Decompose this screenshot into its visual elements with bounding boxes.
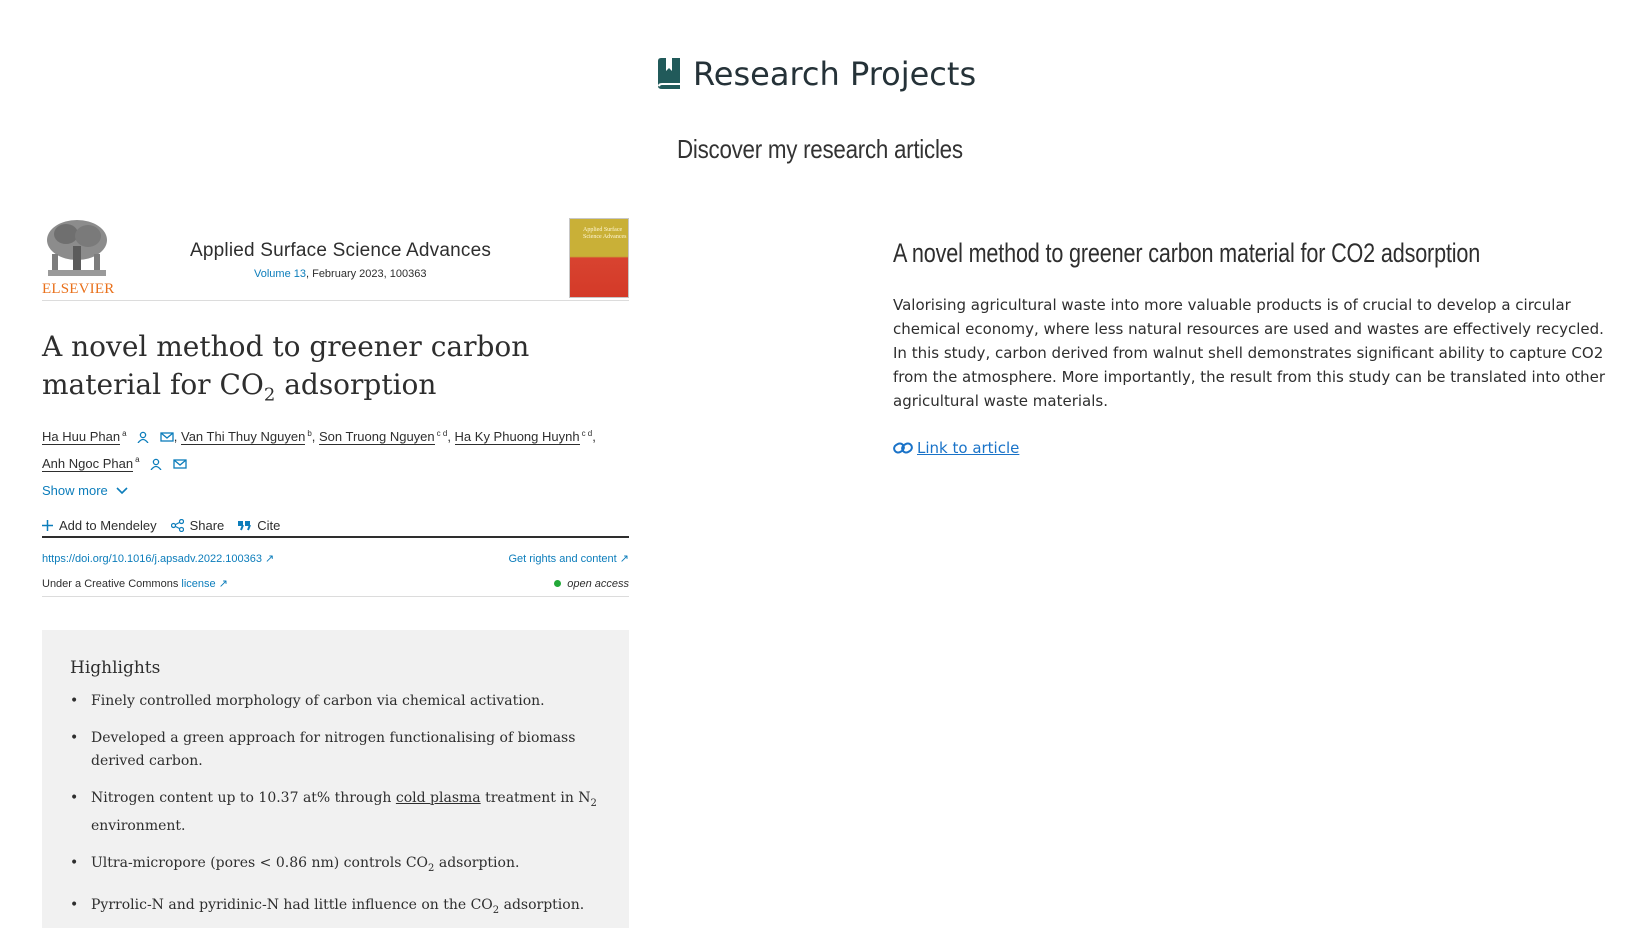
project-summary: Valorising agricultural waste into more …: [893, 296, 1606, 410]
add-to-mendeley-button[interactable]: Add to Mendeley: [42, 518, 157, 533]
highlights-list: Finely controlled morphology of carbon v…: [70, 690, 601, 921]
author-name[interactable]: Son Truong Nguyen: [319, 429, 435, 446]
divider: [42, 300, 629, 301]
author-name[interactable]: Ha Ky Phuong Huynh: [454, 429, 580, 446]
doi-row: https://doi.org/10.1016/j.apsadv.2022.10…: [42, 552, 629, 565]
cite-button[interactable]: Cite: [238, 518, 280, 533]
list-item: Developed a green approach for nitrogen …: [70, 727, 601, 773]
divider-dark: [42, 536, 629, 538]
person-icon[interactable]: [136, 431, 150, 444]
plus-icon: [42, 520, 53, 531]
journal-name[interactable]: Applied Surface Science Advances: [190, 240, 510, 262]
license-row: Under a Creative Commons license ↗ open …: [42, 577, 629, 591]
author-item[interactable]: Anh Ngoc Phan a: [42, 455, 187, 472]
page-title-text: Research Projects: [693, 55, 977, 93]
journal-volume: Volume 13, February 2023, 100363: [254, 268, 494, 280]
share-icon: [170, 519, 184, 532]
elsevier-tree-icon: [44, 218, 110, 280]
author-item[interactable]: Ha Huu Phan a ,: [42, 429, 181, 446]
book-icon: [658, 58, 680, 89]
author-item[interactable]: Ha Ky Phuong Huynh c d,: [454, 429, 596, 446]
author-name[interactable]: Anh Ngoc Phan: [42, 455, 134, 472]
link-icon: [893, 442, 913, 454]
author-name[interactable]: Van Thi Thuy Nguyen: [181, 429, 306, 446]
highlights-title: Highlights: [70, 658, 161, 678]
elsevier-logo: ELSEVIER: [42, 218, 114, 300]
show-more-label: Show more: [42, 483, 108, 498]
show-more-button[interactable]: Show more: [42, 483, 128, 498]
license-link[interactable]: license ↗: [181, 578, 228, 590]
cover-title: Applied Surface Science Advances: [583, 227, 627, 240]
volume-link[interactable]: Volume 13: [254, 268, 306, 280]
page-subtitle: Discover my research articles: [677, 134, 963, 164]
journal-header: ELSEVIER Applied Surface Science Advance…: [42, 218, 629, 300]
project-title: A novel method to greener carbon materia…: [893, 238, 1481, 268]
list-item: Pyrrolic-N and pyridinic-N had little in…: [70, 894, 601, 922]
elsevier-wordmark: ELSEVIER: [42, 281, 115, 297]
mail-icon[interactable]: [160, 431, 174, 443]
article-preview-card[interactable]: ELSEVIER Applied Surface Science Advance…: [42, 218, 629, 928]
article-actions: Add to Mendeley Share Cite: [42, 518, 280, 533]
author-name[interactable]: Ha Huu Phan: [42, 429, 121, 446]
author-item[interactable]: Son Truong Nguyen c d,: [319, 429, 455, 446]
list-item: Nitrogen content up to 10.37 at% through…: [70, 787, 601, 838]
cold-plasma-link[interactable]: cold plasma: [396, 790, 481, 806]
divider: [42, 596, 629, 597]
highlights-box: Highlights Finely controlled morphology …: [42, 630, 629, 928]
chevron-down-icon: [116, 486, 128, 494]
journal-cover-thumbnail[interactable]: Applied Surface Science Advances: [569, 218, 629, 298]
status-dot-icon: [554, 580, 562, 587]
doi-link[interactable]: https://doi.org/10.1016/j.apsadv.2022.10…: [42, 552, 274, 565]
page-title: Research Projects: [655, 50, 976, 98]
person-icon[interactable]: [149, 458, 163, 470]
project-description: A novel method to greener carbon materia…: [893, 238, 1613, 459]
open-access-badge: open access: [554, 577, 629, 590]
article-title: A novel method to greener carbon materia…: [42, 330, 530, 406]
author-list: Ha Huu Phan a , Van Thi Thuy Nguyen b, Son…: [42, 422, 629, 475]
mail-icon[interactable]: [173, 458, 187, 470]
license-text: Under a Creative Commons license ↗: [42, 578, 228, 590]
list-item: Ultra-micropore (pores < 0.86 nm) contro…: [70, 852, 601, 880]
get-rights-link[interactable]: Get rights and content ↗: [508, 552, 629, 565]
link-to-article-label: Link to article: [917, 439, 1020, 457]
author-item[interactable]: Van Thi Thuy Nguyen b,: [181, 429, 319, 446]
link-to-article[interactable]: Link to article: [893, 439, 1019, 457]
share-button[interactable]: Share: [170, 518, 224, 533]
list-item: Finely controlled morphology of carbon v…: [70, 690, 601, 713]
volume-details: , February 2023, 100363: [305, 268, 427, 280]
quote-icon: [238, 521, 252, 531]
